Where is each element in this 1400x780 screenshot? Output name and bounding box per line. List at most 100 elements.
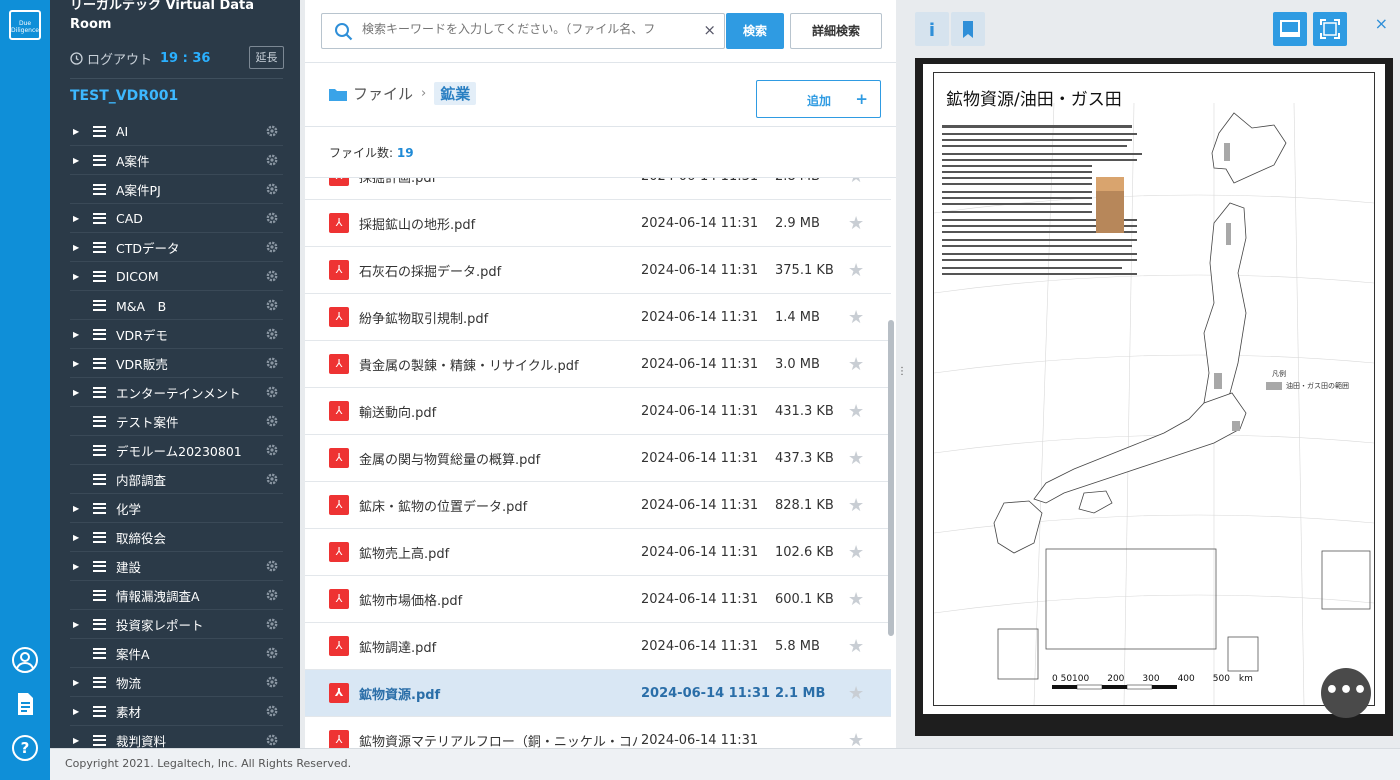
file-row[interactable]: ⅄ 鉱物資源マテリアルフロー（銅・ニッケル・コバ 2024-06-14 11:31 ★	[305, 717, 891, 748]
expand-arrow-icon[interactable]: ▶	[73, 330, 81, 339]
expand-arrow-icon[interactable]: ▶	[73, 533, 81, 542]
favorite-star-icon[interactable]: ★	[848, 683, 864, 704]
clear-search-icon[interactable]: ×	[703, 21, 716, 39]
gear-icon[interactable]	[265, 269, 279, 283]
gear-icon[interactable]	[265, 617, 279, 631]
sidebar-folder-item[interactable]: ▶ A案件	[70, 146, 283, 175]
gear-icon[interactable]	[265, 124, 279, 138]
gear-icon[interactable]	[265, 704, 279, 718]
expand-arrow-icon[interactable]: ▶	[73, 562, 81, 571]
expand-arrow-icon[interactable]: ▶	[73, 214, 81, 223]
sidebar-folder-item[interactable]: ▶ 物流	[70, 668, 283, 697]
expand-arrow-icon[interactable]: ▶	[73, 127, 81, 136]
file-row[interactable]: ⅄ 輸送動向.pdf 2024-06-14 11:31 431.3 KB ★	[305, 388, 891, 435]
file-row[interactable]: ⅄ 鉱物売上高.pdf 2024-06-14 11:31 102.6 KB ★	[305, 529, 891, 576]
favorite-star-icon[interactable]: ★	[848, 448, 864, 469]
breadcrumb-root[interactable]: ファイル	[353, 83, 413, 104]
favorite-star-icon[interactable]: ★	[848, 401, 864, 422]
sidebar-folder-item[interactable]: ▶ 素材	[70, 697, 283, 726]
gear-icon[interactable]	[265, 182, 279, 196]
file-row[interactable]: ⅄ 採掘計画.pdf 2024-06-14 11:31 2.8 MB ★	[305, 178, 891, 200]
sidebar-folder-item[interactable]: ▶ エンターテインメント	[70, 378, 283, 407]
sidebar-folder-item[interactable]: ▶ 化学	[70, 494, 283, 523]
sidebar-folder-item[interactable]: ▶ CTDデータ	[70, 233, 283, 262]
sidebar-folder-item[interactable]: ▶ 建設	[70, 552, 283, 581]
file-row[interactable]: ⅄ 貴金属の製錬・精錬・リサイクル.pdf 2024-06-14 11:31 3.0 …	[305, 341, 891, 388]
favorite-star-icon[interactable]: ★	[848, 636, 864, 657]
file-row[interactable]: ⅄ 鉱床・鉱物の位置データ.pdf 2024-06-14 11:31 828.1 KB…	[305, 482, 891, 529]
app-logo[interactable]: Due Diligence	[9, 10, 41, 40]
gear-icon[interactable]	[265, 327, 279, 341]
extend-button[interactable]: 延長	[249, 46, 284, 69]
sidebar-folder-item[interactable]: ▶ 裁判資料	[70, 726, 283, 748]
favorite-star-icon[interactable]: ★	[848, 589, 864, 610]
sidebar-folder-item[interactable]: デモルーム20230801	[70, 436, 283, 465]
gear-icon[interactable]	[265, 240, 279, 254]
sidebar-folder-item[interactable]: テスト案件	[70, 407, 283, 436]
more-options-button[interactable]: •••	[1321, 668, 1371, 718]
gear-icon[interactable]	[265, 733, 279, 747]
sidebar-folder-item[interactable]: ▶ DICOM	[70, 262, 283, 291]
gear-icon[interactable]	[265, 559, 279, 573]
gear-icon[interactable]	[265, 675, 279, 689]
gear-icon[interactable]	[265, 385, 279, 399]
document-viewer[interactable]: 鉱物資源/油田・ガス田 凡例 油田・ガス田の範囲 0 50100 200 300…	[915, 58, 1393, 736]
favorite-star-icon[interactable]: ★	[848, 178, 864, 187]
close-icon[interactable]: ×	[1375, 14, 1388, 33]
gear-icon[interactable]	[265, 211, 279, 225]
panel-layout-icon[interactable]	[1273, 12, 1307, 46]
room-name[interactable]: TEST_VDR001	[70, 88, 178, 104]
sidebar-folder-item[interactable]: ▶ 取締役会	[70, 523, 283, 552]
gear-icon[interactable]	[265, 414, 279, 428]
file-row[interactable]: ⅄ 鉱物調達.pdf 2024-06-14 11:31 5.8 MB ★	[305, 623, 891, 670]
logout-label[interactable]: ログアウト	[87, 49, 152, 68]
favorite-star-icon[interactable]: ★	[848, 354, 864, 375]
bookmark-icon[interactable]	[951, 12, 985, 46]
sidebar-folder-item[interactable]: M&A B	[70, 291, 283, 320]
file-row[interactable]: ⅄ 採掘鉱山の地形.pdf 2024-06-14 11:31 2.9 MB ★	[305, 200, 891, 247]
file-row[interactable]: ⅄ 石灰石の採掘データ.pdf 2024-06-14 11:31 375.1 KB ★	[305, 247, 891, 294]
expand-arrow-icon[interactable]: ▶	[73, 388, 81, 397]
user-icon[interactable]	[11, 646, 39, 674]
gear-icon[interactable]	[265, 443, 279, 457]
favorite-star-icon[interactable]: ★	[848, 730, 864, 749]
help-icon[interactable]: ?	[11, 734, 39, 762]
sidebar-folder-item[interactable]: 案件A	[70, 639, 283, 668]
favorite-star-icon[interactable]: ★	[848, 260, 864, 281]
fullscreen-icon[interactable]	[1313, 12, 1347, 46]
expand-arrow-icon[interactable]: ▶	[73, 707, 81, 716]
expand-arrow-icon[interactable]: ▶	[73, 504, 81, 513]
expand-arrow-icon[interactable]: ▶	[73, 272, 81, 281]
sidebar-folder-item[interactable]: ▶ VDR販売	[70, 349, 283, 378]
sidebar-folder-item[interactable]: 情報漏洩調査A	[70, 581, 283, 610]
file-list-scrollbar[interactable]	[888, 320, 894, 636]
expand-arrow-icon[interactable]: ▶	[73, 156, 81, 165]
advanced-search-button[interactable]: 詳細検索	[790, 13, 882, 49]
favorite-star-icon[interactable]: ★	[848, 542, 864, 563]
sidebar-folder-item[interactable]: ▶ VDRデモ	[70, 320, 283, 349]
document-icon[interactable]	[11, 690, 39, 718]
gear-icon[interactable]	[265, 298, 279, 312]
info-button[interactable]: i	[915, 12, 949, 46]
expand-arrow-icon[interactable]: ▶	[73, 243, 81, 252]
expand-arrow-icon[interactable]: ▶	[73, 620, 81, 629]
sidebar-folder-item[interactable]: ▶ AI	[70, 117, 283, 146]
favorite-star-icon[interactable]: ★	[848, 495, 864, 516]
file-row[interactable]: ⅄ 鉱物市場価格.pdf 2024-06-14 11:31 600.1 KB ★	[305, 576, 891, 623]
sidebar-folder-item[interactable]: ▶ CAD	[70, 204, 283, 233]
favorite-star-icon[interactable]: ★	[848, 307, 864, 328]
gear-icon[interactable]	[265, 646, 279, 660]
sidebar-folder-item[interactable]: A案件PJ	[70, 175, 283, 204]
search-input[interactable]	[362, 22, 682, 36]
sidebar-folder-item[interactable]: 内部調査	[70, 465, 283, 494]
expand-arrow-icon[interactable]: ▶	[73, 736, 81, 745]
gear-icon[interactable]	[265, 153, 279, 167]
file-row[interactable]: ⅄ 紛争鉱物取引規制.pdf 2024-06-14 11:31 1.4 MB ★	[305, 294, 891, 341]
add-button[interactable]: 追加 +	[756, 80, 881, 118]
favorite-star-icon[interactable]: ★	[848, 213, 864, 234]
gear-icon[interactable]	[265, 472, 279, 486]
file-row[interactable]: ⅄ 金属の関与物質総量の概算.pdf 2024-06-14 11:31 437.3 K…	[305, 435, 891, 482]
gear-icon[interactable]	[265, 588, 279, 602]
sidebar-folder-item[interactable]: ▶ 投資家レポート	[70, 610, 283, 639]
expand-arrow-icon[interactable]: ▶	[73, 678, 81, 687]
